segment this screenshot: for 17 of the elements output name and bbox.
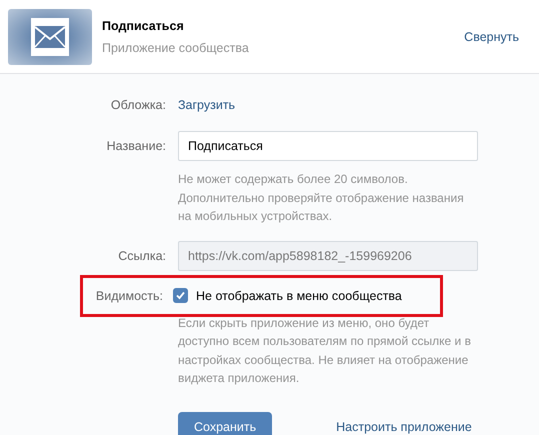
field-label: Название: [106, 139, 166, 153]
upload-link[interactable]: Загрузить [178, 98, 236, 112]
app-title: Подписаться [102, 18, 185, 32]
app-subtitle: Приложение сообщества [102, 40, 250, 54]
configure-app-link[interactable]: Настроить приложение [336, 420, 472, 434]
checkbox-label[interactable]: Не отображать в меню сообщества [196, 288, 402, 302]
checkbox[interactable] [173, 288, 188, 303]
field-label: Видимость: [94, 288, 163, 304]
envelope-icon [31, 18, 69, 56]
field-label: Ссылка: [117, 248, 166, 262]
checkmark-icon [175, 290, 186, 301]
name-input[interactable]: Подписаться [178, 131, 478, 161]
collapse-link[interactable]: Свернуть [464, 30, 519, 44]
visibility-hint: Если скрыть приложение из меню, оно будет доступно всем пользователям по прямой ссылке и в настройках сообщества. Не влияет на отображение виджета приложения. [178, 314, 472, 387]
name-hint: Не может содержать более 20 символов. Дополнительно проверяйте отображение названия на мобильных устройствах. [178, 171, 465, 225]
field-label: Обложка: [110, 98, 166, 112]
save-button[interactable]: Сохранить [178, 412, 272, 435]
